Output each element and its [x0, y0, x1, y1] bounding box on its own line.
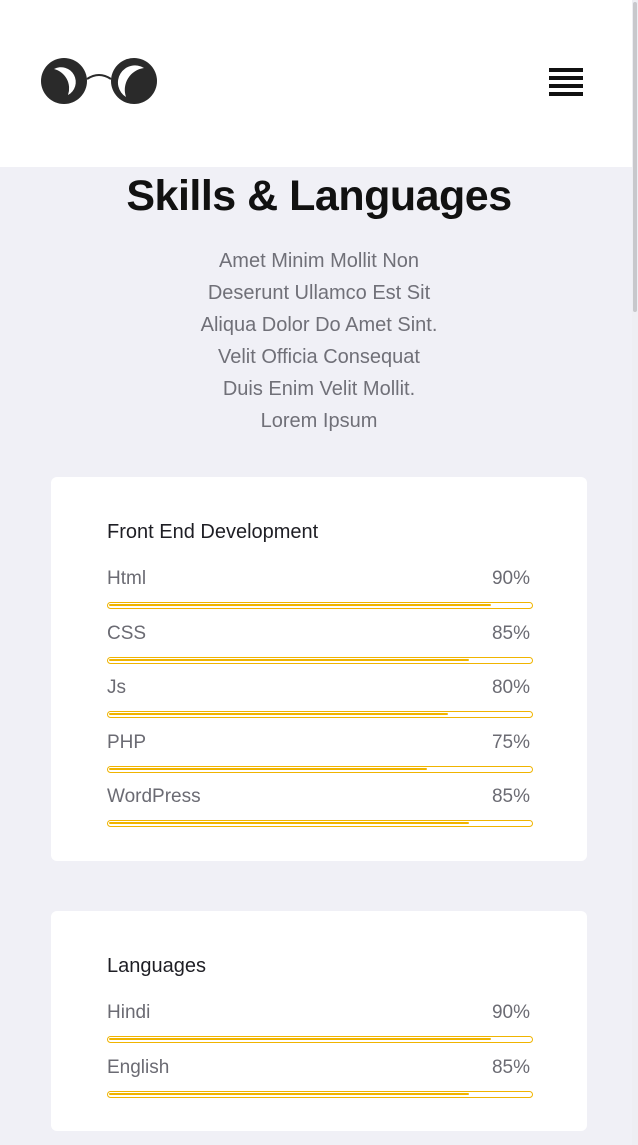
skill-name: Html [107, 568, 147, 589]
skill-name: Hindi [107, 1002, 151, 1023]
language-english: English 85% [107, 1057, 533, 1107]
progress-fill [109, 1093, 470, 1095]
description-line: Aliqua Dolor Do Amet Sint. [200, 314, 438, 336]
progress-fill [109, 604, 491, 606]
skill-name: English [107, 1057, 170, 1078]
progress-bar [107, 711, 533, 718]
description-line: Velit Officia Consequat [218, 346, 420, 368]
progress-bar [107, 766, 533, 773]
skill-percent: 85% [491, 786, 530, 807]
skill-name: WordPress [107, 786, 201, 807]
progress-bar [107, 1036, 533, 1043]
skill-wordpress: WordPress 85% [107, 786, 533, 836]
glasses-logo-icon[interactable] [40, 57, 158, 105]
description-line: Lorem Ipsum [260, 410, 378, 432]
skill-js: Js 80% [107, 677, 533, 727]
skill-name: PHP [107, 732, 147, 753]
page-title: Skills & Languages [126, 172, 512, 220]
progress-bar [107, 820, 533, 827]
skill-name: Js [107, 677, 126, 698]
hamburger-menu-icon[interactable] [548, 66, 584, 102]
skill-percent: 85% [491, 1057, 530, 1078]
page-scrollbar[interactable] [632, 0, 638, 1145]
card-title: Languages [107, 955, 206, 977]
skill-html: Html 90% [107, 568, 533, 618]
progress-bar [107, 602, 533, 609]
skill-css: CSS 85% [107, 623, 533, 673]
description-line: Duis Enim Velit Mollit. [222, 378, 416, 400]
description-line: Deserunt Ullamco Est Sit [207, 282, 431, 304]
front-end-skills-card: Front End Development Html 90% CSS 85% J… [51, 477, 587, 861]
progress-fill [109, 1038, 491, 1040]
skill-percent: 85% [491, 623, 530, 644]
languages-card: Languages Hindi 90% English 85% [51, 911, 587, 1131]
progress-bar [107, 657, 533, 664]
progress-fill [109, 713, 449, 715]
progress-fill [109, 659, 470, 661]
progress-bar [107, 1091, 533, 1098]
scrollbar-thumb[interactable] [633, 2, 637, 312]
progress-fill [109, 822, 470, 824]
card-title: Front End Development [107, 521, 319, 543]
section-description: Amet Minim Mollit Non Deserunt Ullamco E… [0, 245, 638, 437]
skill-name: CSS [107, 623, 147, 644]
progress-fill [109, 768, 427, 770]
skill-percent: 90% [491, 1002, 530, 1023]
description-line: Amet Minim Mollit Non [218, 250, 420, 272]
skill-php: PHP 75% [107, 732, 533, 782]
language-hindi: Hindi 90% [107, 1002, 533, 1052]
skill-percent: 90% [491, 568, 530, 589]
site-header [0, 0, 638, 167]
skill-percent: 75% [491, 732, 530, 753]
skill-percent: 80% [491, 677, 530, 698]
